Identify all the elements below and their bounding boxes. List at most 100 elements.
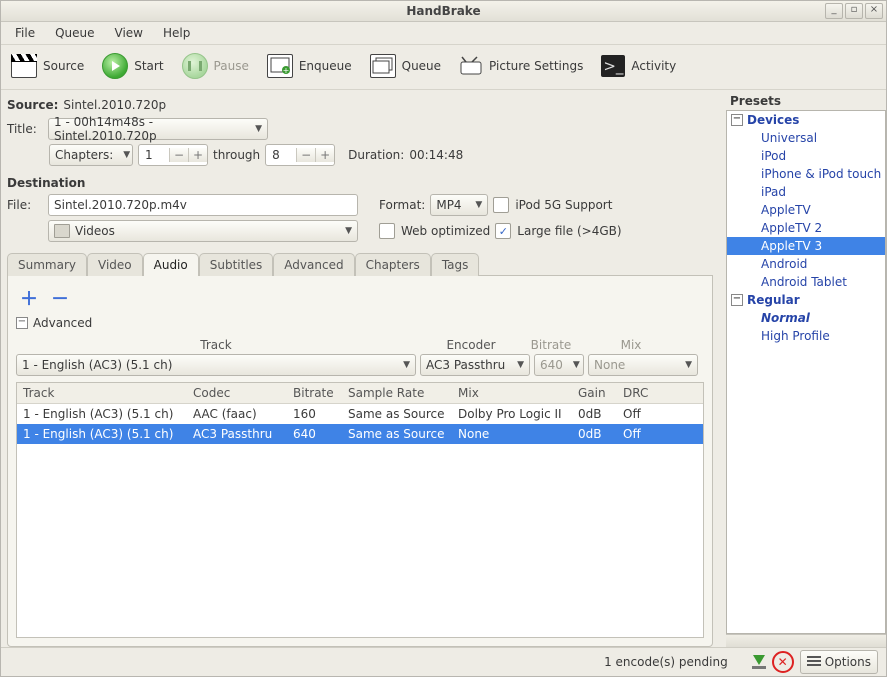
queue-icon [370, 54, 396, 78]
th-drc: DRC [617, 383, 672, 403]
activity-button[interactable]: >_ Activity [597, 53, 680, 79]
tab-video[interactable]: Video [87, 253, 143, 276]
minimize-button[interactable]: _ [825, 3, 843, 19]
source-button[interactable]: Source [7, 52, 88, 80]
enqueue-label: Enqueue [299, 59, 352, 73]
tab-audio[interactable]: Audio [143, 253, 199, 276]
track-select-value: 1 - English (AC3) (5.1 ch) [22, 358, 172, 372]
window-title: HandBrake [1, 4, 886, 18]
title-label: Title: [7, 122, 43, 136]
preset-item[interactable]: iPhone & iPod touch [727, 165, 885, 183]
through-label: through [213, 148, 260, 162]
preset-group-devices[interactable]: − Devices [727, 111, 885, 129]
ipod5g-check[interactable]: iPod 5G Support [493, 197, 612, 213]
chapter-to-spin[interactable]: 8 − + [265, 144, 335, 166]
tab-subtitles[interactable]: Subtitles [199, 253, 274, 276]
minus-icon[interactable]: − [296, 148, 315, 162]
preset-item[interactable]: AppleTV [727, 201, 885, 219]
file-input[interactable]: Sintel.2010.720p.m4v [48, 194, 358, 216]
start-button[interactable]: Start [98, 51, 167, 81]
webopt-check[interactable]: Web optimized [379, 223, 490, 239]
preset-item[interactable]: High Profile [727, 327, 885, 345]
clapper-icon [11, 54, 37, 78]
chapter-from-spin[interactable]: 1 − + [138, 144, 208, 166]
pause-button[interactable]: Pause [178, 51, 253, 81]
maximize-button[interactable]: ▫ [845, 3, 863, 19]
terminal-icon: >_ [601, 55, 625, 77]
preset-item[interactable]: Universal [727, 129, 885, 147]
menu-view[interactable]: View [107, 24, 151, 42]
expander-icon[interactable]: − [16, 317, 28, 329]
encoder-select[interactable]: AC3 Passthru▼ [420, 354, 530, 376]
preset-item[interactable]: iPad [727, 183, 885, 201]
options-button[interactable]: Options [800, 650, 878, 674]
audio-track-table: Track Codec Bitrate Sample Rate Mix Gain… [16, 382, 704, 638]
mix-select[interactable]: None▼ [588, 354, 698, 376]
expander-icon: − [731, 114, 743, 126]
preset-item[interactable]: Android Tablet [727, 273, 885, 291]
add-track-button[interactable]: ＋ [16, 286, 42, 310]
chapters-label: Chapters: [55, 148, 113, 162]
tab-advanced[interactable]: Advanced [273, 253, 354, 276]
largefile-check[interactable]: ✓ Large file (>4GB) [495, 223, 621, 239]
title-combo[interactable]: 1 - 00h14m48s - Sintel.2010.720p ▼ [48, 118, 268, 140]
tab-summary[interactable]: Summary [7, 253, 87, 276]
chapters-combo[interactable]: Chapters: ▼ [49, 144, 133, 166]
title-value: 1 - 00h14m48s - Sintel.2010.720p [54, 115, 245, 143]
checkbox-icon [379, 223, 395, 239]
remove-preset-button[interactable]: ✕ [772, 651, 794, 673]
format-label: Format: [379, 198, 425, 212]
play-icon [102, 53, 128, 79]
enqueue-button[interactable]: + Enqueue [263, 52, 356, 80]
start-label: Start [134, 59, 163, 73]
tv-icon [459, 55, 483, 77]
picture-settings-button[interactable]: Picture Settings [455, 53, 587, 79]
expander-icon: − [731, 294, 743, 306]
download-icon [753, 655, 765, 665]
table-row[interactable]: 1 - English (AC3) (5.1 ch) AAC (faac) 16… [17, 404, 703, 424]
preset-item[interactable]: iPod [727, 147, 885, 165]
chevron-down-icon: ▼ [123, 150, 130, 160]
presets-scrollbar[interactable] [726, 634, 886, 647]
track-select[interactable]: 1 - English (AC3) (5.1 ch)▼ [16, 354, 416, 376]
folder-icon [54, 224, 70, 238]
preset-item[interactable]: AppleTV 2 [727, 219, 885, 237]
menu-queue[interactable]: Queue [47, 24, 102, 42]
col-mix-label: Mix [576, 338, 686, 352]
tab-strip: Summary Video Audio Subtitles Advanced C… [7, 252, 713, 275]
th-gain: Gain [572, 383, 617, 403]
format-value: MP4 [436, 198, 461, 212]
preset-item[interactable]: Android [727, 255, 885, 273]
picture-label: Picture Settings [489, 59, 583, 73]
file-label: File: [7, 198, 43, 212]
menu-file[interactable]: File [7, 24, 43, 42]
queue-button[interactable]: Queue [366, 52, 445, 80]
apply-preset-button[interactable] [752, 655, 766, 669]
options-label: Options [825, 655, 871, 669]
destination-header: Destination [7, 176, 713, 190]
tab-chapters[interactable]: Chapters [355, 253, 431, 276]
chevron-down-icon: ▼ [255, 124, 262, 134]
preset-item-selected[interactable]: AppleTV 3 [727, 237, 885, 255]
menu-help[interactable]: Help [155, 24, 198, 42]
table-row[interactable]: 1 - English (AC3) (5.1 ch) AC3 Passthru … [17, 424, 703, 444]
preset-group-regular[interactable]: − Regular [727, 291, 885, 309]
file-value: Sintel.2010.720p.m4v [54, 198, 187, 212]
plus-icon[interactable]: + [188, 148, 207, 162]
webopt-label: Web optimized [401, 224, 490, 238]
th-codec: Codec [187, 383, 287, 403]
largefile-label: Large file (>4GB) [517, 224, 621, 238]
folder-combo[interactable]: Videos ▼ [48, 220, 358, 242]
group-label: Regular [747, 293, 800, 307]
remove-track-button[interactable]: － [47, 286, 73, 310]
pause-label: Pause [214, 59, 249, 73]
close-button[interactable]: × [865, 3, 883, 19]
svg-text:+: + [282, 66, 289, 75]
minus-icon[interactable]: − [169, 148, 188, 162]
bitrate-select[interactable]: 640▼ [534, 354, 584, 376]
plus-icon[interactable]: + [315, 148, 334, 162]
duration-label: Duration: [348, 148, 404, 162]
preset-item[interactable]: Normal [727, 309, 885, 327]
tab-tags[interactable]: Tags [431, 253, 480, 276]
format-combo[interactable]: MP4 ▼ [430, 194, 488, 216]
